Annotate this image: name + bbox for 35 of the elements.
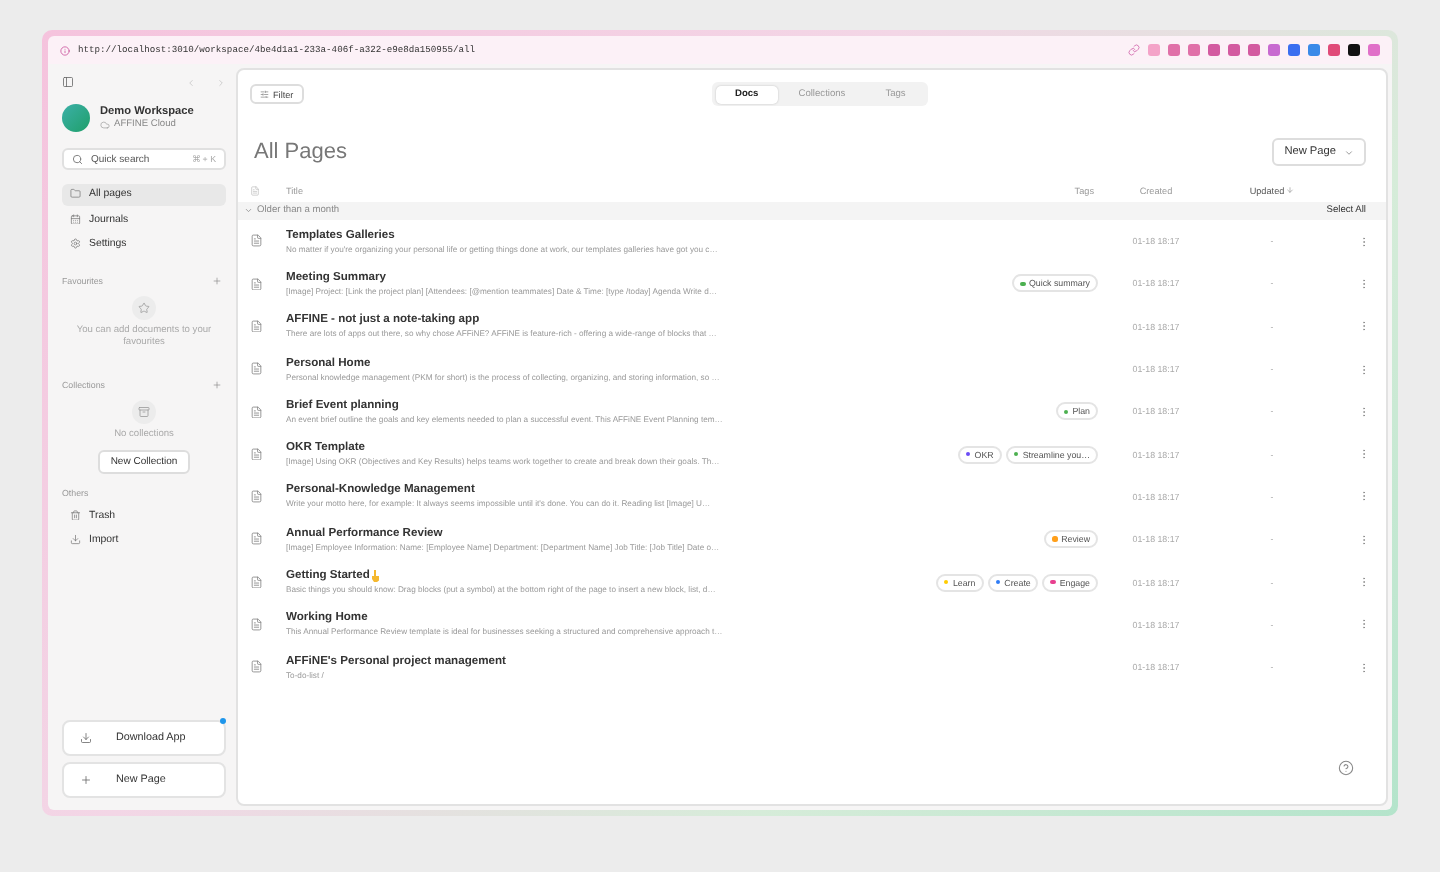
page-icon xyxy=(250,618,263,632)
search-icon xyxy=(72,153,83,165)
caret-icon xyxy=(1344,147,1354,157)
box-icon xyxy=(138,405,150,418)
page-icon xyxy=(250,660,263,674)
page-icon xyxy=(250,532,263,546)
help-icon[interactable] xyxy=(1338,760,1354,776)
star-icon xyxy=(138,301,150,313)
settings-icon xyxy=(70,238,81,250)
page-icon xyxy=(250,447,263,461)
cloud-icon xyxy=(100,120,110,130)
import-icon xyxy=(70,534,81,546)
workspace-avatar[interactable] xyxy=(62,104,90,132)
page-icon xyxy=(250,362,263,376)
page-icon xyxy=(250,405,263,419)
add-icon[interactable] xyxy=(212,275,222,285)
page-icon xyxy=(250,277,263,291)
page-icon xyxy=(250,234,263,248)
forward-icon[interactable] xyxy=(216,77,226,87)
add-icon[interactable] xyxy=(212,379,222,390)
back-icon[interactable] xyxy=(186,77,196,87)
download-icon xyxy=(80,732,92,744)
caret-icon[interactable] xyxy=(244,206,253,216)
info-icon xyxy=(60,45,70,55)
page-icon xyxy=(250,319,263,333)
page-icon xyxy=(250,490,263,504)
page-icon xyxy=(250,575,263,589)
trash-icon xyxy=(70,509,81,521)
folder-icon xyxy=(70,188,81,200)
plus-icon xyxy=(80,774,92,786)
sidebar-toggle-icon[interactable] xyxy=(62,76,74,88)
link-icon[interactable] xyxy=(1128,44,1140,56)
calendar-icon xyxy=(70,213,81,225)
page-title: All Pages xyxy=(254,140,347,164)
filter-icon xyxy=(260,89,269,99)
